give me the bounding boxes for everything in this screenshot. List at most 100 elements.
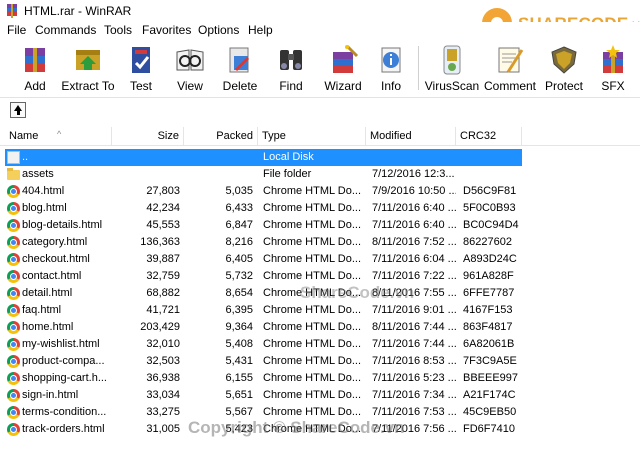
file-type: Chrome HTML Do... [263, 185, 362, 197]
protect-button[interactable]: Protect [540, 42, 588, 94]
file-row[interactable]: checkout.html 39,887 6,405 Chrome HTML D… [0, 251, 640, 268]
file-size [110, 149, 180, 166]
test-icon [132, 47, 150, 73]
file-modified: 7/11/2016 9:01 ... [372, 304, 456, 316]
folder-row[interactable]: assets File folder 7/12/2016 12:3... [0, 166, 640, 183]
file-size: 32,503 [146, 355, 180, 367]
file-crc: 86227602 [463, 236, 512, 248]
wizard-icon [333, 44, 359, 73]
file-row[interactable]: my-wishlist.html 32,010 5,408 Chrome HTM… [0, 336, 640, 353]
winrar-app-icon[interactable] [5, 4, 19, 18]
file-type: Chrome HTML Do... [263, 219, 362, 231]
path-bar [0, 97, 640, 121]
file-size: 39,887 [146, 253, 180, 265]
file-name: detail.html [22, 287, 73, 299]
file-size [110, 166, 180, 183]
file-size: 33,275 [146, 406, 180, 418]
menu-help[interactable]: Help [248, 23, 273, 37]
column-packed[interactable]: Packed [184, 127, 258, 146]
file-type: Chrome HTML Do... [263, 389, 362, 401]
file-type: Chrome HTML Do... [263, 355, 362, 367]
file-type: Chrome HTML Do... [263, 253, 362, 265]
file-size: 36,938 [146, 372, 180, 384]
sfx-icon [603, 45, 623, 73]
column-crc32[interactable]: CRC32 [456, 127, 522, 146]
add-label: Add [24, 79, 46, 93]
chrome-html-icon [7, 253, 20, 266]
chrome-html-icon [7, 287, 20, 300]
file-row[interactable]: product-compa... 32,503 5,431 Chrome HTM… [0, 353, 640, 370]
file-crc: 4167F153 [463, 304, 513, 316]
find-button[interactable]: Find [268, 42, 314, 94]
file-type: Chrome HTML Do... [263, 372, 362, 384]
file-crc: A21F174C [463, 389, 516, 401]
file-crc [463, 166, 533, 183]
extract-to-button[interactable]: Extract To [60, 42, 116, 94]
file-row[interactable]: faq.html 41,721 6,395 Chrome HTML Do... … [0, 302, 640, 319]
file-name: home.html [22, 321, 74, 333]
extract-to-label: Extract To [61, 79, 115, 93]
menu-commands[interactable]: Commands [35, 23, 96, 37]
file-size: 31,005 [146, 423, 180, 435]
column-name[interactable]: ^ Name [5, 127, 112, 146]
file-row[interactable]: blog-details.html 45,553 6,847 Chrome HT… [0, 217, 640, 234]
menu-file[interactable]: File [7, 23, 26, 37]
file-type: Chrome HTML Do... [263, 202, 362, 214]
column-size[interactable]: Size [112, 127, 184, 146]
file-type: File folder [263, 168, 312, 180]
file-crc: A893D24C [463, 253, 517, 265]
toolbar-separator [418, 46, 419, 90]
file-size: 42,234 [146, 202, 180, 214]
comment-icon [498, 47, 524, 73]
toolbar: Add Extract To Test View Delete Find Wiz… [0, 40, 640, 96]
file-row[interactable]: sign-in.html 33,034 5,651 Chrome HTML Do… [0, 387, 640, 404]
menu-tools[interactable]: Tools [104, 23, 132, 37]
file-name: product-compa... [22, 355, 105, 367]
file-type: Chrome HTML Do... [263, 236, 362, 248]
file-name: blog.html [22, 202, 67, 214]
delete-button[interactable]: Delete [217, 42, 263, 94]
file-modified [372, 149, 456, 166]
view-button[interactable]: View [167, 42, 213, 94]
chrome-html-icon [7, 304, 20, 317]
file-name: category.html [22, 236, 88, 248]
parent-folder-icon [7, 151, 20, 164]
file-list-header: ^ Name Size Packed Type Modified CRC32 [0, 127, 640, 146]
comment-button[interactable]: Comment [483, 42, 537, 94]
delete-icon [229, 47, 250, 73]
file-row[interactable]: home.html 203,429 9,364 Chrome HTML Do..… [0, 319, 640, 336]
menu-options[interactable]: Options [198, 23, 239, 37]
add-icon [25, 48, 45, 72]
file-crc: 7F3C9A5E [463, 355, 517, 367]
column-type[interactable]: Type [258, 127, 366, 146]
test-button[interactable]: Test [118, 42, 164, 94]
file-row[interactable]: category.html 136,363 8,216 Chrome HTML … [0, 234, 640, 251]
wizard-button[interactable]: Wizard [318, 42, 368, 94]
info-button[interactable]: Info [370, 42, 412, 94]
file-crc: BBEEE997 [463, 372, 519, 384]
watermark-center: ShareCode.vn [300, 283, 415, 302]
file-crc: BC0C94D4 [463, 219, 519, 231]
file-crc [463, 149, 533, 166]
info-icon [381, 47, 401, 73]
menu-favorites[interactable]: Favorites [142, 23, 191, 37]
file-type: Chrome HTML Do... [263, 321, 362, 333]
file-packed [185, 166, 253, 183]
file-name: terms-condition... [22, 406, 107, 418]
virusscan-button[interactable]: VirusScan [423, 42, 481, 94]
menu-bar: File Commands Tools Favorites Options He… [0, 22, 640, 40]
file-modified: 7/11/2016 8:53 ... [372, 355, 456, 367]
file-row[interactable]: shopping-cart.h... 36,938 6,155 Chrome H… [0, 370, 640, 387]
file-row[interactable]: blog.html 42,234 6,433 Chrome HTML Do...… [0, 200, 640, 217]
parent-folder-row[interactable]: .. Local Disk [0, 149, 640, 166]
column-modified[interactable]: Modified [366, 127, 456, 146]
sfx-button[interactable]: SFX [592, 42, 634, 94]
file-row[interactable]: 404.html 27,803 5,035 Chrome HTML Do... … [0, 183, 640, 200]
delete-label: Delete [222, 79, 258, 93]
up-folder-button[interactable] [10, 102, 26, 118]
file-packed: 5,732 [225, 270, 253, 282]
file-crc: 6A82061B [463, 338, 515, 350]
file-packed: 8,216 [225, 236, 253, 248]
test-label: Test [129, 79, 152, 93]
add-button[interactable]: Add [10, 42, 60, 94]
